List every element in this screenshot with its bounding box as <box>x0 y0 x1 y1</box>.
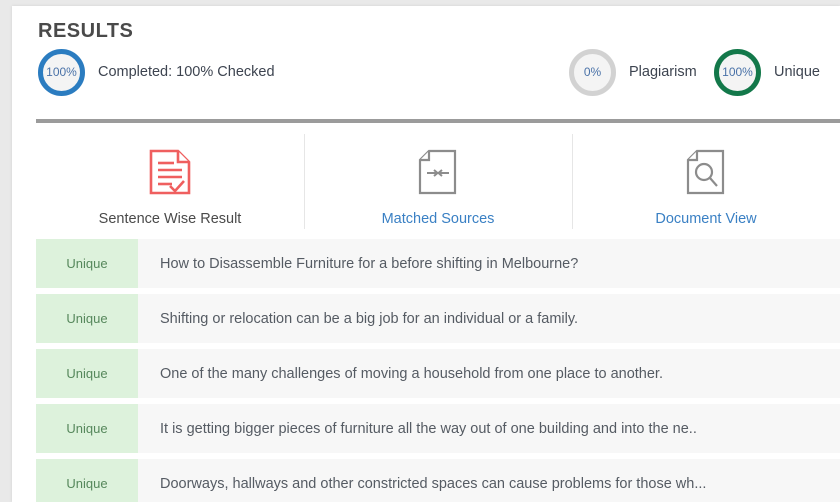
table-row[interactable]: Unique Shifting or relocation can be a b… <box>36 294 840 343</box>
completed-donut: 100% <box>38 48 85 96</box>
table-row[interactable]: Unique Doorways, hallways and other cons… <box>36 459 840 502</box>
stat-unique: 100% Unique <box>714 42 820 102</box>
unique-donut: 100% <box>714 48 761 96</box>
sentence-text: Doorways, hallways and other constricted… <box>160 475 707 492</box>
completed-percent: 100% <box>46 65 77 79</box>
stat-plagiarism: 0% Plagiarism <box>569 42 697 102</box>
results-card: RESULTS 100% Completed: 100% Checked 0% … <box>12 6 840 502</box>
plagiarism-donut: 0% <box>569 48 616 96</box>
unique-label: Unique <box>774 64 820 80</box>
page-title: RESULTS <box>38 20 134 42</box>
tab-label-document-view: Document View <box>655 211 757 227</box>
document-magnifier-icon <box>685 148 727 196</box>
stat-completed: 100% Completed: 100% Checked <box>38 42 275 102</box>
sentence-text: One of the many challenges of moving a h… <box>160 365 663 382</box>
sentence-text: How to Disassemble Furniture for a befor… <box>160 255 579 272</box>
completed-label: Completed: 100% Checked <box>98 64 275 80</box>
table-row[interactable]: Unique How to Disassemble Furniture for … <box>36 239 840 288</box>
table-row[interactable]: Unique One of the many challenges of mov… <box>36 349 840 398</box>
unique-percent: 100% <box>722 65 753 79</box>
document-check-icon <box>148 148 192 196</box>
sentence-wise-result-list: Unique How to Disassemble Furniture for … <box>36 239 840 502</box>
tab-label-sentence-wise-result: Sentence Wise Result <box>98 211 242 227</box>
section-divider <box>36 119 840 123</box>
status-badge: Unique <box>36 294 138 343</box>
result-view-tabs: Sentence Wise Result Matched Sources Doc… <box>36 131 840 239</box>
table-row[interactable]: Unique It is getting bigger pieces of fu… <box>36 404 840 453</box>
status-badge: Unique <box>36 349 138 398</box>
status-badge: Unique <box>36 239 138 288</box>
tab-sentence-wise-result[interactable]: Sentence Wise Result <box>36 131 304 239</box>
tab-matched-sources[interactable]: Matched Sources <box>304 131 572 239</box>
status-badge: Unique <box>36 459 138 502</box>
plagiarism-percent: 0% <box>583 65 602 79</box>
document-arrows-icon <box>417 148 459 196</box>
tab-label-matched-sources: Matched Sources <box>381 211 495 227</box>
sentence-text: Shifting or relocation can be a big job … <box>160 310 579 327</box>
tab-document-view[interactable]: Document View <box>572 131 840 239</box>
summary-stats: 100% Completed: 100% Checked 0% Plagiari… <box>12 42 840 102</box>
status-badge: Unique <box>36 404 138 453</box>
sentence-text: It is getting bigger pieces of furniture… <box>160 420 697 437</box>
plagiarism-label: Plagiarism <box>629 64 697 80</box>
